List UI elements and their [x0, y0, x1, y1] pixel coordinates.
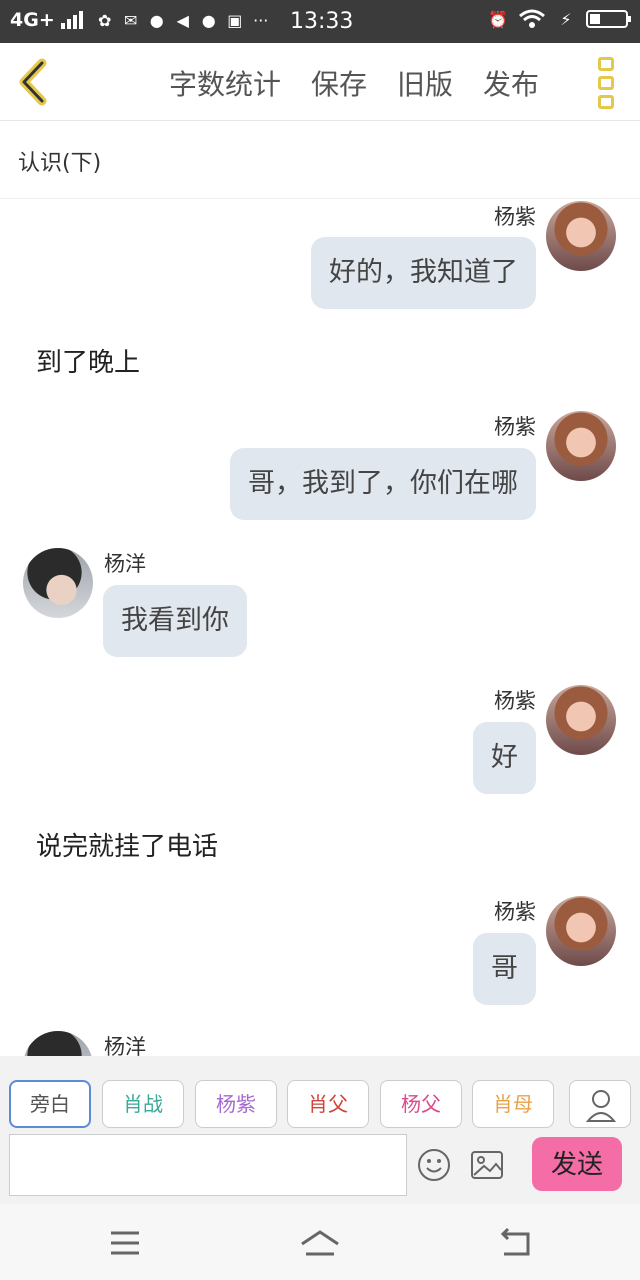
- back-icon[interactable]: [14, 57, 54, 107]
- planet-icon: ●: [149, 10, 164, 30]
- narration-text[interactable]: 到了晚上: [36, 342, 140, 379]
- sender-name: 杨紫: [494, 900, 536, 924]
- message-input[interactable]: [9, 1134, 407, 1196]
- sender-name: 杨洋: [104, 1035, 146, 1056]
- mail-icon: ✉: [124, 10, 138, 30]
- battery-icon: [586, 10, 631, 28]
- network-type: 4G+: [10, 9, 55, 31]
- alarm-icon: ⏰: [488, 9, 508, 29]
- publish-button[interactable]: 发布: [483, 63, 539, 103]
- back-nav-icon[interactable]: [494, 1226, 538, 1260]
- image-icon[interactable]: [470, 1150, 504, 1180]
- more-menu-icon[interactable]: [598, 57, 614, 109]
- wifi-icon: [519, 9, 545, 28]
- avatar[interactable]: [23, 548, 93, 618]
- role-chip[interactable]: 肖母: [472, 1080, 554, 1128]
- sender-name: 杨洋: [104, 552, 146, 576]
- chat-area[interactable]: 杨紫 好的，我知道了 到了晚上 杨紫 哥，我到了，你们在哪 杨洋 我看到你 杨紫…: [0, 199, 640, 1056]
- message-bubble[interactable]: 我看到你: [103, 585, 247, 657]
- charging-icon: ⚡: [560, 9, 572, 29]
- editor-toolbar: 字数统计 保存 旧版 发布: [0, 43, 640, 121]
- sender-name: 杨紫: [494, 689, 536, 713]
- avatar[interactable]: [546, 201, 616, 271]
- person-icon: [585, 1090, 617, 1122]
- role-chip[interactable]: 杨父: [380, 1080, 462, 1128]
- app-icon: ▣: [227, 10, 243, 30]
- status-bar: 4G+ ✿ ✉ ● ◀ ● ▣ ··· 13:33 ⏰ ⚡: [0, 0, 640, 43]
- send-button[interactable]: 发送: [532, 1137, 622, 1191]
- message-bubble[interactable]: 好的，我知道了: [311, 237, 536, 309]
- add-role-button[interactable]: [569, 1080, 631, 1128]
- clock: 13:33: [290, 9, 354, 34]
- avatar[interactable]: [546, 411, 616, 481]
- more-notifications-icon: ···: [253, 10, 269, 30]
- system-nav-bar: [0, 1204, 640, 1280]
- avatar[interactable]: [546, 685, 616, 755]
- chapter-title[interactable]: 认识(下): [0, 121, 640, 199]
- narration-text[interactable]: 说完就挂了电话: [36, 826, 218, 863]
- avatar[interactable]: [23, 1031, 93, 1056]
- message-bubble[interactable]: 哥: [473, 933, 536, 1005]
- composer: 发送: [0, 1132, 640, 1204]
- save-button[interactable]: 保存: [311, 63, 367, 103]
- home-icon[interactable]: [298, 1226, 342, 1260]
- mute-icon: ◀: [176, 10, 189, 30]
- old-version-button[interactable]: 旧版: [397, 63, 453, 103]
- avatar[interactable]: [546, 896, 616, 966]
- message-bubble[interactable]: 好: [473, 722, 536, 794]
- emoji-icon[interactable]: [417, 1148, 451, 1182]
- role-chip[interactable]: 杨紫: [195, 1080, 277, 1128]
- role-selector: 旁白 肖战 杨紫 肖父 杨父 肖母: [0, 1056, 640, 1132]
- role-chip-narration[interactable]: 旁白: [9, 1080, 91, 1128]
- wechat-icon: ✿: [98, 10, 112, 30]
- message-icon: ●: [201, 10, 216, 30]
- role-chip[interactable]: 肖战: [102, 1080, 184, 1128]
- sender-name: 杨紫: [494, 205, 536, 229]
- menu-icon[interactable]: [103, 1226, 147, 1260]
- sender-name: 杨紫: [494, 415, 536, 439]
- role-chip[interactable]: 肖父: [287, 1080, 369, 1128]
- word-count-button[interactable]: 字数统计: [169, 63, 281, 103]
- message-bubble[interactable]: 哥，我到了，你们在哪: [230, 448, 536, 520]
- signal-icon: [60, 11, 83, 29]
